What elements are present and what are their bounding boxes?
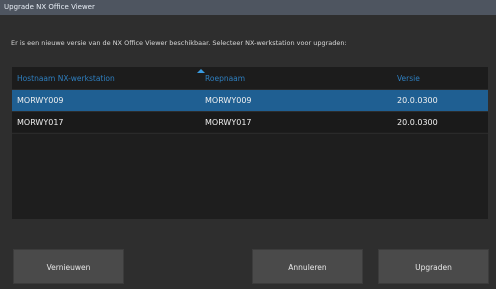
cell-hostname: MORWY009	[17, 96, 64, 105]
upgrade-message: Er is een nieuwe versie van de NX Office…	[11, 39, 347, 47]
cell-name: MORWY009	[205, 96, 252, 105]
refresh-button[interactable]: Vernieuwen	[13, 249, 124, 284]
cell-name: MORWY017	[205, 118, 252, 127]
table-row[interactable]: MORWY017 MORWY017 20.0.0300	[12, 111, 488, 132]
column-header-hostname[interactable]: Hostnaam NX-werkstation	[12, 67, 115, 90]
cell-version: 20.0.0300	[397, 96, 438, 105]
column-header-name[interactable]: Roepnaam	[200, 67, 245, 90]
table-empty-area	[12, 133, 488, 219]
cell-hostname: MORWY017	[17, 118, 64, 127]
column-header-version[interactable]: Versie	[392, 67, 420, 90]
cancel-button[interactable]: Annuleren	[252, 249, 363, 284]
cell-version: 20.0.0300	[397, 118, 438, 127]
table-row[interactable]: MORWY009 MORWY009 20.0.0300	[12, 90, 488, 111]
workstation-table: Hostnaam NX-werkstation Roepnaam Versie …	[12, 67, 488, 219]
table-header: Hostnaam NX-werkstation Roepnaam Versie	[12, 67, 488, 90]
window-title: Upgrade NX Office Viewer	[0, 0, 496, 15]
upgrade-button[interactable]: Upgraden	[378, 249, 489, 284]
